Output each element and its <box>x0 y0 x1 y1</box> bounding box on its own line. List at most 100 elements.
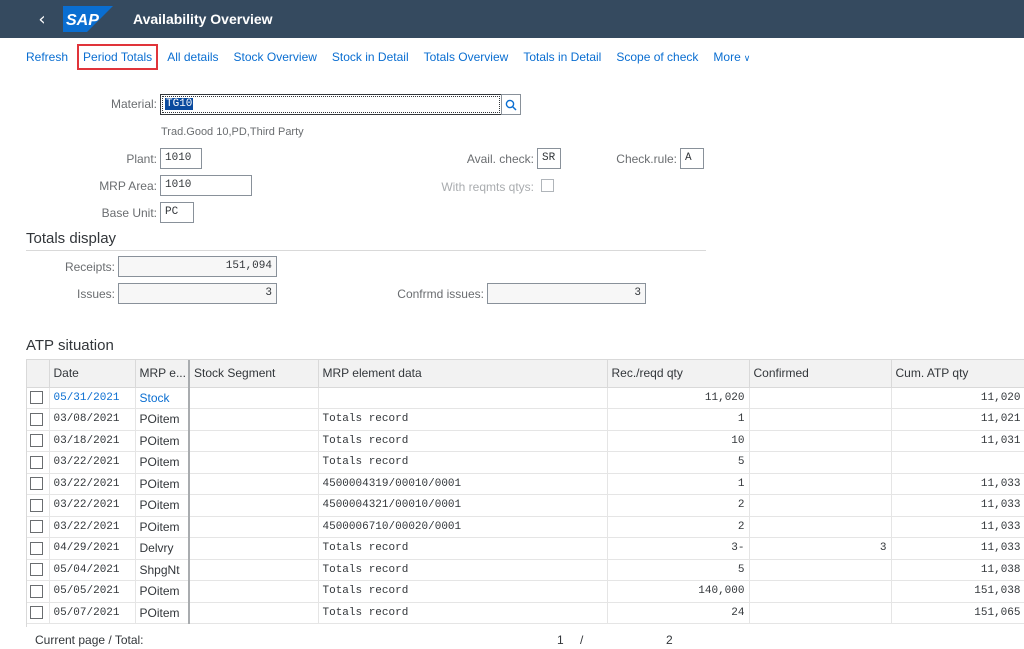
cell-rec-reqd-qty: 11,020 <box>607 387 750 409</box>
cell-mrp-element-data: Totals record <box>318 537 608 560</box>
cell-rec-reqd-qty: 140,000 <box>607 580 750 603</box>
pagination-footer: Current page / Total: 1 / 2 <box>0 633 1024 649</box>
cell-mrp-element-data: Totals record <box>318 580 608 603</box>
cell-confirmed <box>749 494 892 517</box>
row-checkbox[interactable] <box>30 541 43 555</box>
cell-rec-reqd-qty: 24 <box>607 602 750 624</box>
table-row[interactable]: 05/31/2021 Stock 11,020 11,020 <box>27 387 1024 409</box>
table-row[interactable]: 03/18/2021 POitem Totals record 10 11,031 <box>27 430 1024 452</box>
row-select-cell <box>27 430 50 452</box>
cell-mrp-element-data: 4500004321/00010/0001 <box>318 494 608 517</box>
row-select-cell <box>27 580 50 603</box>
cell-stock-segment <box>189 559 319 581</box>
chevron-left-icon[interactable]: ‹ <box>27 9 57 30</box>
cell-rec-reqd-qty: 1 <box>607 473 750 495</box>
column-header-cum-atp-qty[interactable]: Cum. ATP qty <box>891 360 1024 388</box>
table-row[interactable]: 04/29/2021 Delvry Totals record 3- 3 11,033 <box>27 537 1024 560</box>
cell-cum-atp-qty: 11,033 <box>891 494 1024 517</box>
cell-date[interactable]: 05/31/2021 <box>49 387 136 409</box>
material-description: Trad.Good 10,PD,Third Party <box>161 126 304 138</box>
row-checkbox[interactable] <box>30 391 43 405</box>
mrp-area-field[interactable]: 1010 <box>160 175 252 196</box>
all-details-button[interactable]: All details <box>167 50 218 64</box>
cell-date: 03/22/2021 <box>49 473 136 495</box>
cell-mrp-element: Delvry <box>135 537 190 560</box>
sap-logo-text: SAP <box>66 12 99 29</box>
current-page: 1 <box>557 633 564 647</box>
table-row[interactable]: 05/04/2021 ShpgNt Totals record 5 11,038 <box>27 559 1024 581</box>
atp-situation-title: ATP situation <box>26 337 114 354</box>
table-row[interactable]: 03/22/2021 POitem 4500004319/00010/0001 1 11… <box>27 473 1024 495</box>
with-reqmts-checkbox[interactable] <box>541 179 554 192</box>
scope-of-check-button[interactable]: Scope of check <box>616 50 698 64</box>
search-icon[interactable] <box>501 94 521 115</box>
row-select-cell <box>27 387 50 409</box>
base-unit-field[interactable]: PC <box>160 202 194 223</box>
avail-check-field[interactable]: SR <box>537 148 561 169</box>
cell-confirmed <box>749 580 892 603</box>
column-header-rec-reqd-qty[interactable]: Rec./reqd qty <box>607 360 750 388</box>
row-checkbox[interactable] <box>30 477 43 491</box>
receipts-field: 151,094 <box>118 256 277 277</box>
stock-overview-button[interactable]: Stock Overview <box>234 50 317 64</box>
more-menu-button[interactable]: More ∨ <box>713 50 750 64</box>
column-header-mrp-element[interactable]: MRP e... <box>135 360 190 388</box>
check-rule-field[interactable]: A <box>680 148 704 169</box>
issues-label: Issues: <box>76 287 115 301</box>
table-row[interactable]: 05/07/2021 POitem Totals record 24 151,065 <box>27 602 1024 624</box>
stock-in-detail-button[interactable]: Stock in Detail <box>332 50 409 64</box>
row-select-cell <box>27 516 50 538</box>
column-header-date[interactable]: Date <box>49 360 136 388</box>
row-checkbox[interactable] <box>30 520 43 534</box>
totals-in-detail-button[interactable]: Totals in Detail <box>523 50 601 64</box>
cell-mrp-element-data <box>318 387 608 409</box>
table-row[interactable]: 05/05/2021 POitem Totals record 140,000 151,… <box>27 580 1024 603</box>
row-checkbox[interactable] <box>30 434 43 448</box>
column-header-stock-segment[interactable]: Stock Segment <box>189 360 319 388</box>
material-input[interactable]: TG10 <box>160 94 502 115</box>
cell-confirmed: 3 <box>749 537 892 560</box>
table-row[interactable]: 03/22/2021 POitem 4500006710/00020/0001 2 11… <box>27 516 1024 538</box>
receipts-label: Receipts: <box>64 260 115 274</box>
cell-stock-segment <box>189 537 319 560</box>
row-checkbox[interactable] <box>30 412 43 426</box>
issues-field: 3 <box>118 283 277 304</box>
shell-bar: ‹ SAP Availability Overview <box>0 0 1024 38</box>
row-checkbox[interactable] <box>30 455 43 469</box>
column-header-confirmed[interactable]: Confirmed <box>749 360 892 388</box>
confirmed-issues-field: 3 <box>487 283 646 304</box>
cell-mrp-element[interactable]: Stock <box>135 387 190 409</box>
refresh-button[interactable]: Refresh <box>26 50 68 64</box>
row-checkbox[interactable] <box>30 563 43 577</box>
select-all-header[interactable] <box>27 360 50 388</box>
totals-overview-button[interactable]: Totals Overview <box>424 50 509 64</box>
sap-logo: SAP <box>63 6 113 32</box>
cell-date: 05/04/2021 <box>49 559 136 581</box>
cell-confirmed <box>749 473 892 495</box>
table-row[interactable]: 03/22/2021 POitem Totals record 5 <box>27 451 1024 474</box>
cell-stock-segment <box>189 408 319 431</box>
row-checkbox[interactable] <box>30 606 43 620</box>
cell-date: 03/22/2021 <box>49 516 136 538</box>
column-header-mrp-element-data[interactable]: MRP element data <box>318 360 608 388</box>
cell-rec-reqd-qty: 2 <box>607 494 750 517</box>
cell-mrp-element: POitem <box>135 602 190 624</box>
cell-rec-reqd-qty: 10 <box>607 430 750 452</box>
row-checkbox[interactable] <box>30 584 43 598</box>
chevron-down-icon: ∨ <box>743 54 751 64</box>
cell-mrp-element-data: Totals record <box>318 602 608 624</box>
plant-field[interactable]: 1010 <box>160 148 202 169</box>
page-label: Current page / Total: <box>35 633 144 647</box>
cell-rec-reqd-qty: 3- <box>607 537 750 560</box>
row-select-cell <box>27 494 50 517</box>
row-checkbox[interactable] <box>30 498 43 512</box>
cell-stock-segment <box>189 473 319 495</box>
cell-mrp-element-data: Totals record <box>318 559 608 581</box>
cell-mrp-element: POitem <box>135 408 190 431</box>
more-label: More <box>713 50 741 64</box>
cell-cum-atp-qty: 151,065 <box>891 602 1024 624</box>
table-row[interactable]: 03/22/2021 POitem 4500004321/00010/0001 2 11… <box>27 494 1024 517</box>
period-totals-button[interactable]: Period Totals <box>77 44 159 70</box>
table-row[interactable]: 03/08/2021 POitem Totals record 1 11,021 <box>27 408 1024 431</box>
row-select-cell <box>27 537 50 560</box>
